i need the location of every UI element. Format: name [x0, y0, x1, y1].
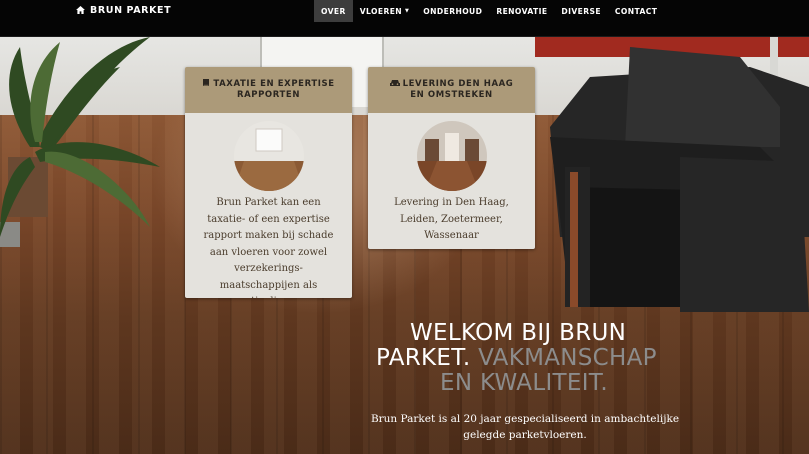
card-levering: LEVERING DEN HAAG EN OMSTREKEN Levering … [368, 67, 535, 249]
nav-label: DIVERSE [561, 6, 601, 16]
welcome-line-2-main: PARKET. [376, 345, 471, 371]
card-photo-room [233, 121, 304, 191]
nav-label: VLOEREN [359, 6, 403, 16]
welcome-line-2-muted: VAKMANSCHAP [478, 345, 657, 371]
card-text: Brun Parket kan een taxatie- of een expe… [203, 197, 334, 298]
intro-text: Brun Parket is al 20 jaar gespecialiseer… [370, 413, 680, 441]
card-photo-hall [416, 121, 487, 191]
welcome-line-3-muted: EN KWALITEIT. [440, 370, 609, 396]
card-taxatie: TAXATIE EN EXPERTISE RAPPORTEN Brun Park… [185, 67, 352, 298]
leather-sofa-image [535, 37, 809, 312]
home-icon [76, 6, 85, 14]
nav-item-vloeren[interactable]: VLOEREN ▼ [353, 0, 417, 22]
welcome-line-1: WELKOM BIJ BRUN [410, 320, 627, 346]
nav-item-over[interactable]: OVER [314, 0, 353, 22]
card-header: TAXATIE EN EXPERTISE RAPPORTEN [185, 67, 352, 113]
caret-down-icon: ▼ [405, 8, 410, 14]
nav-item-onderhoud[interactable]: ONDERHOUD [416, 0, 489, 22]
top-navbar: BRUN PARKET OVER VLOEREN ▼ ONDERHOUD RENO… [0, 0, 809, 37]
card-title-text: LEVERING DEN HAAG EN OMSTREKEN [402, 79, 514, 100]
card-header: LEVERING DEN HAAG EN OMSTREKEN [368, 67, 535, 113]
nav-item-diverse[interactable]: DIVERSE [554, 0, 608, 22]
nav-label: RENOVATIE [496, 6, 548, 16]
main-menu: OVER VLOEREN ▼ ONDERHOUD RENOVATIE DIVERS… [314, 0, 664, 22]
plant-image [0, 37, 160, 247]
card-text: Levering in Den Haag, Leiden, Zoetermeer… [394, 197, 509, 241]
brand-link[interactable]: BRUN PARKET [76, 4, 171, 16]
nav-label: OVER [321, 6, 346, 16]
book-icon [203, 79, 210, 86]
nav-label: CONTACT [614, 6, 658, 16]
nav-item-contact[interactable]: CONTACT [608, 0, 664, 22]
nav-item-renovatie[interactable]: RENOVATIE [489, 0, 554, 22]
card-title: LEVERING DEN HAAG EN OMSTREKEN [382, 79, 521, 101]
nav-label: ONDERHOUD [423, 6, 483, 16]
car-icon [389, 80, 400, 86]
welcome-heading: WELKOM BIJ BRUN PARKET. VAKMANSCHAP EN K… [376, 321, 696, 396]
card-title: TAXATIE EN EXPERTISE RAPPORTEN [199, 79, 338, 101]
card-title-text: TAXATIE EN EXPERTISE RAPPORTEN [213, 79, 335, 100]
brand-name: BRUN PARKET [90, 4, 172, 16]
